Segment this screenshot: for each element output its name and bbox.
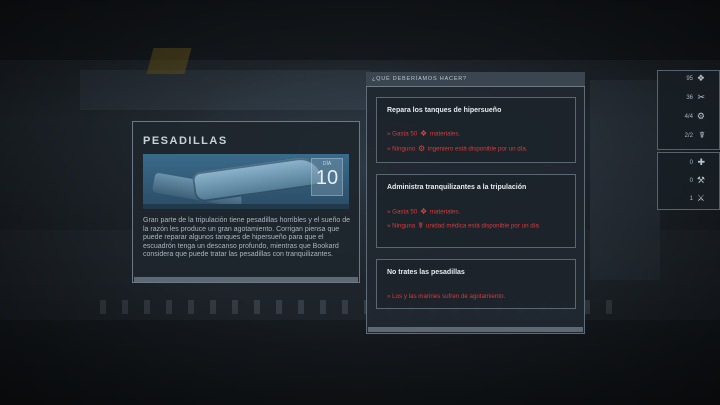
options-header: ¿QUÉ DEBERÍAMOS HACER? (366, 72, 585, 87)
resource-medkit: 0 ✚ (658, 155, 720, 173)
materials-icon: ❖ (420, 129, 428, 138)
requirement-prefix: » Ninguno (387, 145, 417, 153)
requirement-suffix: materiales. (428, 208, 461, 216)
resource-value: 2/2 (684, 133, 693, 139)
option-requirement: » Ninguna ☤ unidad médica está disponibl… (387, 222, 567, 230)
wrench-icon: ⚒ (696, 175, 705, 185)
requirement-suffix: ingeniero está disponible por un día. (426, 145, 528, 153)
resource-medical: 2/2 ☤ (658, 128, 720, 146)
vignette (0, 0, 720, 405)
requirement-suffix: materiales. (428, 130, 461, 138)
resource-tools: 36 ✂ (658, 90, 720, 108)
resource-value: 4/4 (684, 114, 693, 120)
event-image: DÍA 10 (143, 154, 349, 209)
option-repair-tanks[interactable]: Repara los tanques de hipersueño » Gasta… (376, 97, 576, 163)
event-title: PESADILLAS (143, 135, 228, 147)
requirement-prefix: » Ninguna (387, 222, 417, 230)
tools-icon: ✂ (697, 92, 705, 102)
option-tranquilizers[interactable]: Administra tranquilizantes a la tripulac… (376, 174, 576, 248)
option-requirement: » Gasta 50 ❖ materiales. (387, 130, 567, 138)
knife-icon: ⚔ (696, 193, 705, 203)
event-card-footer-bar (134, 277, 358, 282)
hypersleep-pod-shape (191, 155, 325, 203)
resource-materials: 95 ❖ (658, 71, 720, 89)
resource-engineers: 4/4 ⚙ (658, 109, 720, 127)
option-requirement: » Los y las marines sufren de agotamient… (387, 293, 567, 301)
options-panel-footer-bar (368, 327, 583, 332)
option-requirement: » Gasta 50 ❖ materiales. (387, 208, 567, 216)
requirement-suffix: unidad médica está disponible por un día (424, 222, 539, 230)
resource-value: 95 (686, 76, 693, 82)
medkit-icon: ✚ (697, 157, 705, 167)
resource-value: 0 (689, 160, 693, 166)
resource-value: 1 (689, 196, 693, 202)
option-title: Administra tranquilizantes a la tripulac… (387, 184, 527, 191)
image-stripe (143, 204, 349, 209)
event-description: Gran parte de la tripulación tiene pesad… (143, 217, 351, 259)
option-requirement: » Ninguno ⚙ ingeniero está disponible po… (387, 145, 567, 153)
day-badge-value: 10 (315, 167, 339, 189)
resources-bottom-box: 0 ✚ 0 ⚒ 1 ⚔ (657, 152, 720, 210)
option-title: No trates las pesadillas (387, 269, 465, 276)
medical-icon: ☤ (698, 130, 705, 140)
gears-icon: ⚙ (696, 111, 705, 121)
resource-value: 36 (686, 95, 693, 101)
option-title: Repara los tanques de hipersueño (387, 107, 502, 114)
day-badge: DÍA 10 (311, 158, 343, 196)
requirement-prefix: » Gasta 50 (387, 130, 419, 138)
resource-wrench: 0 ⚒ (658, 173, 720, 191)
resources-top-box: 95 ❖ 36 ✂ 4/4 ⚙ 2/2 ☤ (657, 70, 720, 150)
requirement-prefix: » Gasta 50 (387, 208, 419, 216)
event-card: PESADILLAS DÍA 10 Gran parte de la tripu… (132, 121, 360, 283)
engineer-icon: ⚙ (417, 144, 426, 153)
materials-icon: ❖ (696, 73, 705, 83)
resource-knife: 1 ⚔ (658, 191, 720, 209)
requirement-prefix: » Los y las marines sufren de agotamient… (387, 293, 506, 300)
options-header-label: ¿QUÉ DEBERÍAMOS HACER? (372, 76, 467, 82)
materials-icon: ❖ (420, 207, 428, 216)
option-do-nothing[interactable]: No trates las pesadillas » Los y las mar… (376, 259, 576, 309)
resource-value: 0 (689, 178, 693, 184)
medical-icon: ☤ (417, 221, 424, 230)
